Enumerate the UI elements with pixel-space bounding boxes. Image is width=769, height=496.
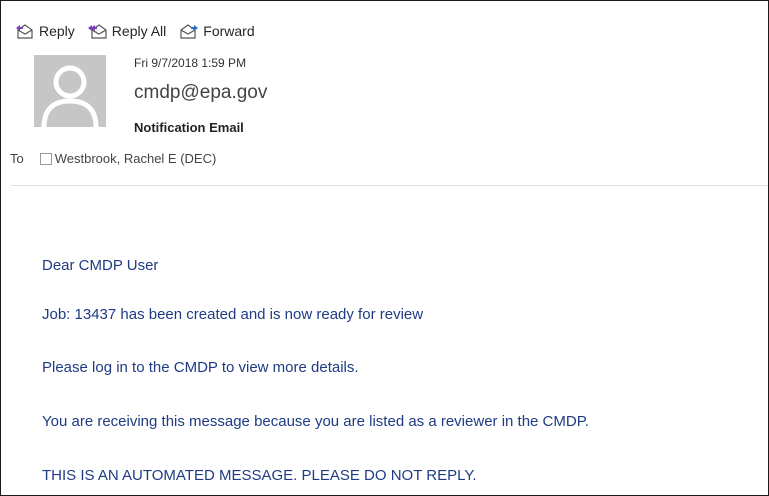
body-reason-line: You are receiving this message because y… [42,413,589,430]
reply-label: Reply [39,23,75,39]
reply-icon [16,24,33,39]
reading-pane: Reply Reply All Forward Fri 9/7/2018 1:5… [0,0,769,496]
reply-button[interactable]: Reply [15,22,75,40]
recipient-checkbox[interactable] [39,152,52,165]
sent-date: Fri 9/7/2018 1:59 PM [134,56,247,70]
body-automated-notice: THIS IS AN AUTOMATED MESSAGE. PLEASE DO … [42,467,477,484]
header-divider [11,185,768,186]
sender-address[interactable]: cmdp@epa.gov [134,82,267,104]
subject-line: Notification Email [134,120,244,135]
to-label: To [10,151,24,166]
avatar [34,55,106,127]
message-toolbar: Reply Reply All Forward [15,20,268,42]
forward-button[interactable]: Forward [179,22,255,40]
reply-all-icon [87,24,107,39]
recipient-name[interactable]: Westbrook, Rachel E (DEC) [55,151,217,166]
body-login-line: Please log in to the CMDP to view more d… [42,359,359,376]
body-greeting: Dear CMDP User [42,257,159,274]
forward-label: Forward [203,23,255,39]
forward-icon [180,24,199,39]
body-job-line: Job: 13437 has been created and is now r… [42,306,424,323]
recipients-row: To Westbrook, Rachel E (DEC) [10,151,216,166]
reply-all-button[interactable]: Reply All [87,22,167,40]
reply-all-label: Reply All [111,23,167,39]
person-silhouette-icon [41,65,99,127]
